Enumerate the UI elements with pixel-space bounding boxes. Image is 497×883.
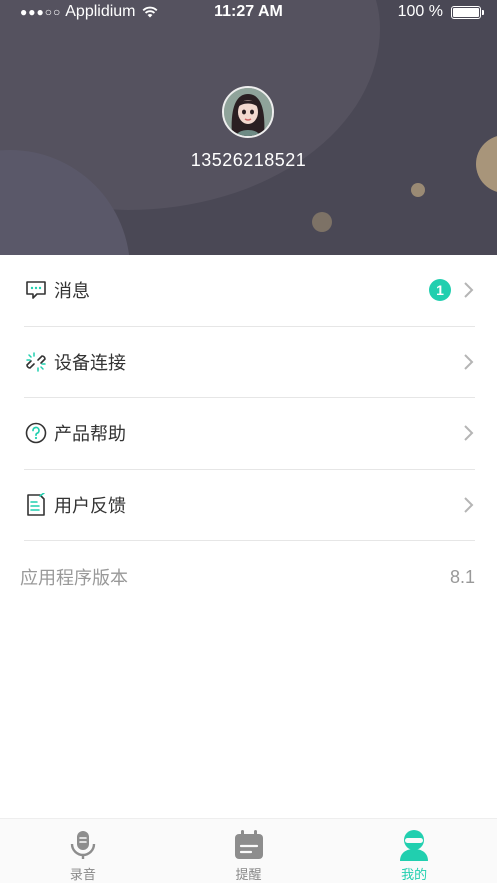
battery-percent: 100 % [397, 3, 443, 20]
tab-label: 我的 [401, 867, 428, 882]
battery-icon [451, 5, 484, 19]
chevron-right-icon [464, 354, 474, 370]
link-icon [24, 350, 48, 374]
feedback-icon [24, 492, 48, 517]
tab-label: 录音 [69, 867, 96, 882]
menu-item-label: 产品帮助 [54, 424, 126, 445]
calendar-icon [233, 829, 265, 861]
settings-menu: 消息 1 设备连接 产品帮助 用户反馈 [0, 255, 497, 541]
help-icon [24, 421, 48, 445]
tab-bar: 录音 提醒 我的 [0, 818, 497, 883]
menu-item-feedback[interactable]: 用户反馈 [24, 470, 475, 541]
status-bar: ●●●○○ Applidium 11:27 AM 100 % [0, 0, 497, 24]
menu-item-label: 用户反馈 [54, 495, 126, 516]
avatar[interactable] [222, 86, 274, 138]
header-decoration [411, 183, 425, 197]
chevron-right-icon [464, 282, 474, 298]
tab-mine[interactable]: 我的 [331, 819, 497, 883]
chevron-right-icon [464, 425, 474, 441]
message-icon [24, 278, 48, 302]
user-icon [398, 829, 430, 861]
menu-item-device-connect[interactable]: 设备连接 [24, 327, 475, 398]
menu-item-product-help[interactable]: 产品帮助 [24, 398, 475, 470]
app-version-row: 应用程序版本 8.1 [20, 565, 475, 589]
tab-label: 提醒 [235, 867, 262, 882]
tab-record[interactable]: 录音 [0, 819, 166, 883]
microphone-icon [67, 829, 99, 861]
tab-reminder[interactable]: 提醒 [166, 819, 332, 883]
app-version-value: 8.1 [449, 566, 475, 587]
unread-badge: 1 [429, 279, 451, 302]
phone-number: 13526218521 [190, 150, 307, 170]
menu-item-label: 设备连接 [54, 352, 126, 373]
chevron-right-icon [464, 497, 474, 513]
app-version-label: 应用程序版本 [20, 568, 128, 588]
menu-item-messages[interactable]: 消息 1 [24, 255, 475, 327]
header-decoration [312, 212, 332, 232]
profile-header: ●●●○○ Applidium 11:27 AM 100 % 135262185… [0, 0, 497, 255]
menu-item-label: 消息 [54, 281, 90, 302]
